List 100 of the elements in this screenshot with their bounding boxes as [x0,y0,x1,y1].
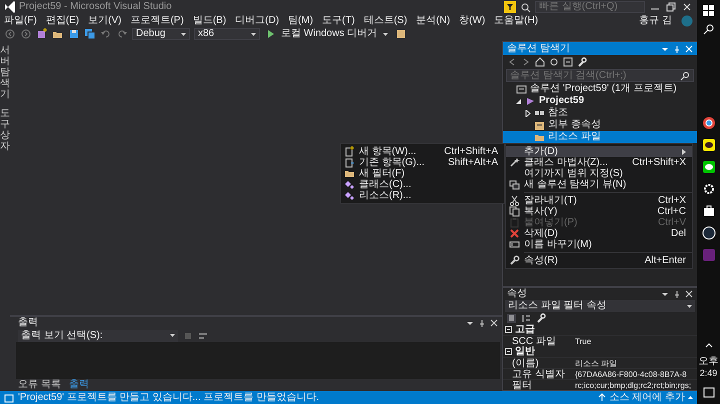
object-selector[interactable]: 리소스 파일 필터 속성 [505,300,695,312]
panel-tab[interactable]: 오류 목록 [18,379,61,391]
menu-item[interactable]: 여기까지 범위 지정(S) [506,168,692,179]
menu-item[interactable]: 이름 바꾸기(M) [506,239,692,250]
menu-item[interactable]: 삭제(D) Del [506,228,692,239]
tree-item[interactable]: Project59 [503,95,697,107]
sync-icon[interactable] [549,56,559,66]
back-icon[interactable] [4,28,16,40]
menu-item[interactable]: 파일(F) [4,14,37,26]
status-icon [4,392,14,402]
menu-item[interactable]: 클래스 마법사(Z)... Ctrl+Shift+X [506,157,692,168]
panel-title: 솔루션 탐색기 [507,42,570,54]
forward-icon[interactable] [20,28,32,40]
window-title: Project59 - Microsoft Visual Studio [19,1,172,13]
folder-icon [344,168,355,179]
wrench-icon[interactable] [536,312,547,324]
menu-item[interactable]: 도구(T) [322,14,355,26]
categorized-icon[interactable] [506,312,517,324]
menu-item[interactable]: 새 항목(W)... Ctrl+Shift+A [341,146,504,157]
undo-icon[interactable] [100,28,112,40]
menu-item[interactable]: 프로젝트(P) [130,14,184,26]
redo-icon[interactable] [116,28,128,40]
search-field[interactable]: 솔루션 탐색기 검색(Ctrl+;) [506,69,694,82]
platform-dropdown[interactable]: x86 [194,28,260,40]
menu-item[interactable]: 도움말(H) [494,14,538,26]
collapse-icon[interactable] [505,348,512,355]
output-source-dropdown[interactable]: 출력 보기 선택(S): [18,330,178,342]
wand-icon [509,157,520,168]
menu-item[interactable]: 기존 항목(G)... Shift+Alt+A [341,157,504,168]
property-name: 필터 [511,380,533,391]
panel-tab[interactable]: 출력 [68,379,89,391]
collapse-icon[interactable] [505,326,512,333]
browser-icon[interactable] [702,116,716,130]
start-debugger-button[interactable]: 로컬 Windows 디버거 [264,28,392,40]
save-all-icon[interactable] [84,28,96,40]
close-icon[interactable] [681,1,693,13]
caret-icon [688,396,693,399]
menu-item[interactable]: 새 필터(F) [341,168,504,179]
dropdown-icon[interactable] [661,290,669,298]
settings-icon[interactable] [702,182,716,196]
notification-icon[interactable] [702,387,714,399]
filter-icon[interactable] [504,1,516,13]
side-tab[interactable]: 서버 탐색기 [0,45,10,100]
menu-item[interactable]: 속성(R) Alt+Enter [506,255,692,266]
close-icon[interactable] [685,290,693,298]
menu-item[interactable]: 분석(N) [416,14,450,26]
new-project-icon[interactable] [36,28,48,40]
account-name[interactable]: 홍규 김 [639,14,672,26]
menu-item[interactable]: 빌드(B) [192,14,226,26]
tree-item[interactable]: 참조 [503,107,697,119]
property-name: 고유 식별자 [511,369,566,380]
status-message: 'Project59' 프로젝트를 만들고 있습니다... 프로젝트를 만들었습니다. [18,392,320,404]
property-name: SCC 파일 [511,336,557,347]
messenger-icon[interactable] [702,160,716,174]
class-icon [344,179,355,190]
menu-item[interactable]: 창(W) [459,14,486,26]
menu-item[interactable]: 디버그(D) [235,14,280,26]
side-tab[interactable]: 도구 상자 [0,108,10,152]
close-icon[interactable] [490,319,498,327]
caret-icon [251,32,256,36]
save-icon[interactable] [68,28,80,40]
menu-item[interactable]: 복사(Y) Ctrl+C [506,206,692,217]
menu-item[interactable]: 잘라내기(T) Ctrl+X [506,195,692,206]
menu-item[interactable]: 리소스(R)... [341,190,504,201]
menu-item[interactable]: 새 솔루션 탐색기 뷰(N) [506,179,692,190]
dropdown-icon[interactable] [466,319,474,327]
source-control-button[interactable]: 소스 제어에 추가 [598,392,693,404]
property-value: {67DA6A86-F800-4c08-8B7A-8 [575,369,688,380]
collapsed-arrow-icon[interactable] [524,110,531,116]
wrench-icon[interactable] [577,56,587,66]
dependencies-icon [534,120,545,130]
menu-item[interactable]: 테스트(S) [364,14,408,26]
search-icon[interactable] [703,24,714,35]
tree-item[interactable]: 외부 종속성 [503,119,697,131]
tree-item[interactable]: 솔루션 'Project59' (1개 프로젝트) [503,83,697,95]
home-icon[interactable] [535,56,545,66]
chat-bubble-icon[interactable] [702,138,716,152]
feedback-icon[interactable] [520,2,531,12]
collapse-icon[interactable] [563,56,573,66]
windows-logo-icon[interactable] [703,5,714,16]
up-arrow-icon [598,393,606,402]
restore-icon[interactable] [665,1,677,13]
panel-title: 속성 [507,288,527,300]
menu-item[interactable]: 추가(D) [506,146,692,157]
expanded-arrow-icon[interactable] [515,98,522,104]
forward-icon[interactable] [521,56,531,66]
configuration-dropdown[interactable]: Debug [132,28,190,40]
tree-item[interactable]: 리소스 파일 [503,131,697,143]
alphabetical-icon[interactable] [521,312,532,324]
pin-icon[interactable] [478,319,486,327]
game-launcher-icon[interactable] [702,226,716,240]
menu-item[interactable]: 편집(E) [46,14,80,26]
back-icon[interactable] [507,56,517,66]
menu-item[interactable]: 팀(M) [288,14,314,26]
store-icon[interactable] [702,204,716,218]
pin-icon[interactable] [673,290,681,298]
menu-item[interactable]: 클래스(C)... [341,179,504,190]
caret-icon [181,32,186,36]
menu-item[interactable]: 보기(V) [88,14,122,26]
word-wrap-icon[interactable] [198,330,208,340]
